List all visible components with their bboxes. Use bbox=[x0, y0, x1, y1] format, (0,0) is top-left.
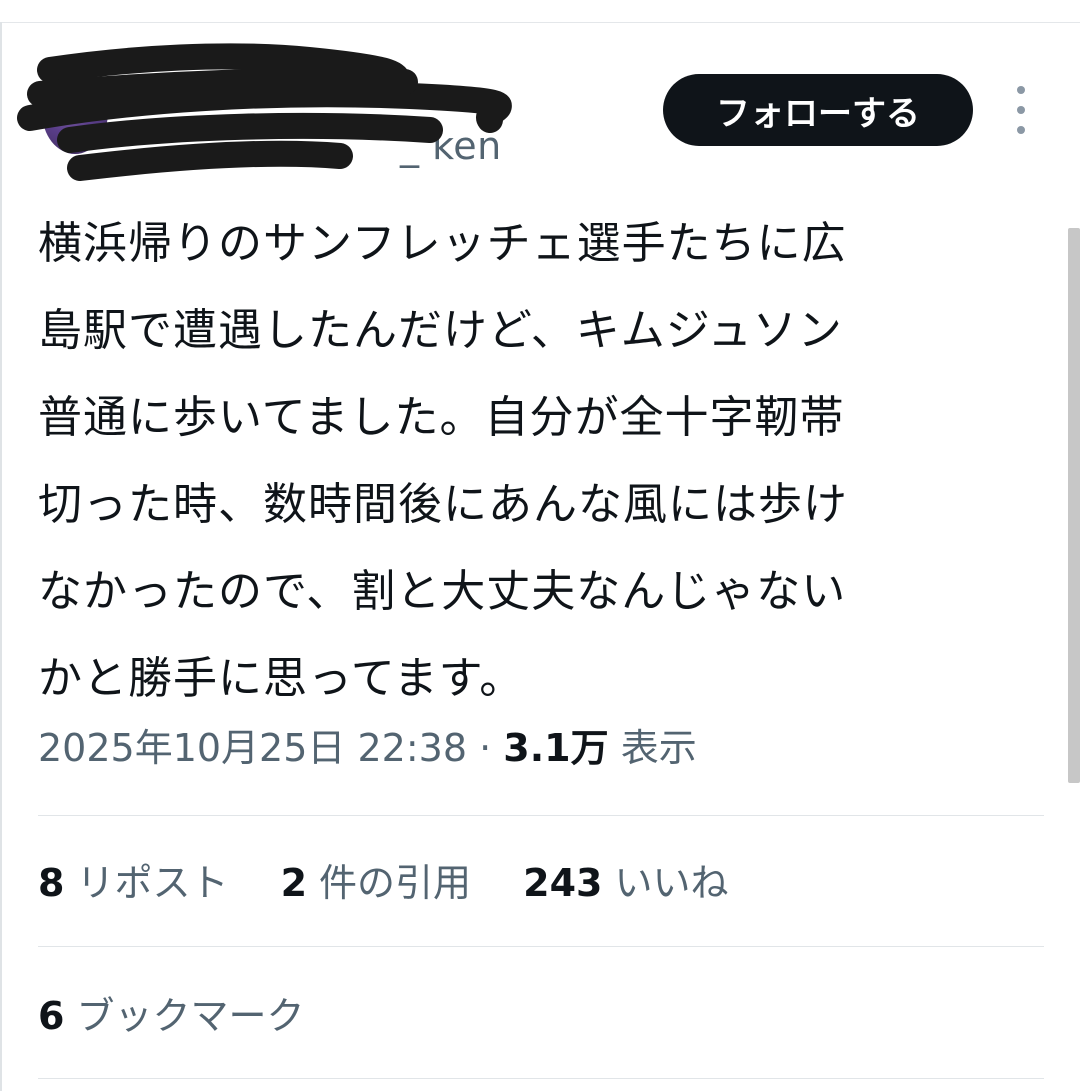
reposts-label: リポスト bbox=[76, 861, 229, 905]
views-count: 3.1万 bbox=[503, 726, 609, 770]
tweet-text-line: 横浜帰りのサンフレッチェ選手たちに広 bbox=[38, 218, 847, 269]
tweet-text-line: 切った時、数時間後にあんな風には歩け bbox=[38, 479, 848, 530]
quotes-stat[interactable]: 2 件の引用 bbox=[281, 861, 471, 905]
timestamp-link[interactable]: 2025年10月25日 22:38 bbox=[38, 726, 467, 770]
quotes-count: 2 bbox=[280, 861, 308, 905]
likes-label: いいね bbox=[614, 861, 729, 905]
tweet-meta: 2025年10月25日 22:38 · 3.1万 表示 bbox=[38, 720, 697, 776]
follow-button[interactable]: フォローする bbox=[663, 74, 973, 146]
tweet-text-line: なかったので、割と大丈夫なんじゃない bbox=[38, 566, 847, 617]
divider bbox=[38, 1078, 1044, 1079]
redaction-scribble bbox=[17, 43, 512, 181]
more-options-icon[interactable] bbox=[1004, 86, 1038, 134]
views-label: 表示 bbox=[620, 726, 697, 770]
top-border bbox=[0, 22, 1080, 23]
scrollbar-thumb[interactable] bbox=[1068, 228, 1080, 783]
reposts-stat[interactable]: 8 リポスト bbox=[38, 861, 228, 905]
divider bbox=[38, 946, 1044, 947]
left-border bbox=[0, 22, 2, 1091]
tweet-text-line: 普通に歩いてました。自分が全十字靭帯 bbox=[38, 392, 845, 443]
meta-separator: · bbox=[479, 726, 492, 770]
more-dot bbox=[1017, 126, 1025, 134]
more-dot bbox=[1017, 86, 1025, 94]
tweet-text-line: かと勝手に思ってます。 bbox=[38, 653, 525, 704]
reposts-count: 8 bbox=[38, 861, 65, 905]
divider bbox=[38, 815, 1044, 816]
engagement-stats: 8 リポスト 2 件の引用 243 いいね bbox=[38, 855, 768, 911]
tweet-text-line: 島駅で遭遇したんだけど、キムジュソン bbox=[38, 305, 843, 356]
likes-stat[interactable]: 243 いいね bbox=[523, 861, 728, 905]
tweet-text: 横浜帰りのサンフレッチェ選手たちに広 島駅で遭遇したんだけど、キムジュソン 普通… bbox=[38, 200, 1048, 722]
quotes-label: 件の引用 bbox=[319, 861, 472, 905]
more-dot bbox=[1017, 106, 1025, 114]
bookmarks-count: 6 bbox=[38, 994, 65, 1038]
bookmarks-label: ブックマーク bbox=[76, 994, 305, 1038]
likes-count: 243 bbox=[523, 861, 603, 905]
bookmarks-stat[interactable]: 6 ブックマーク bbox=[38, 988, 304, 1044]
